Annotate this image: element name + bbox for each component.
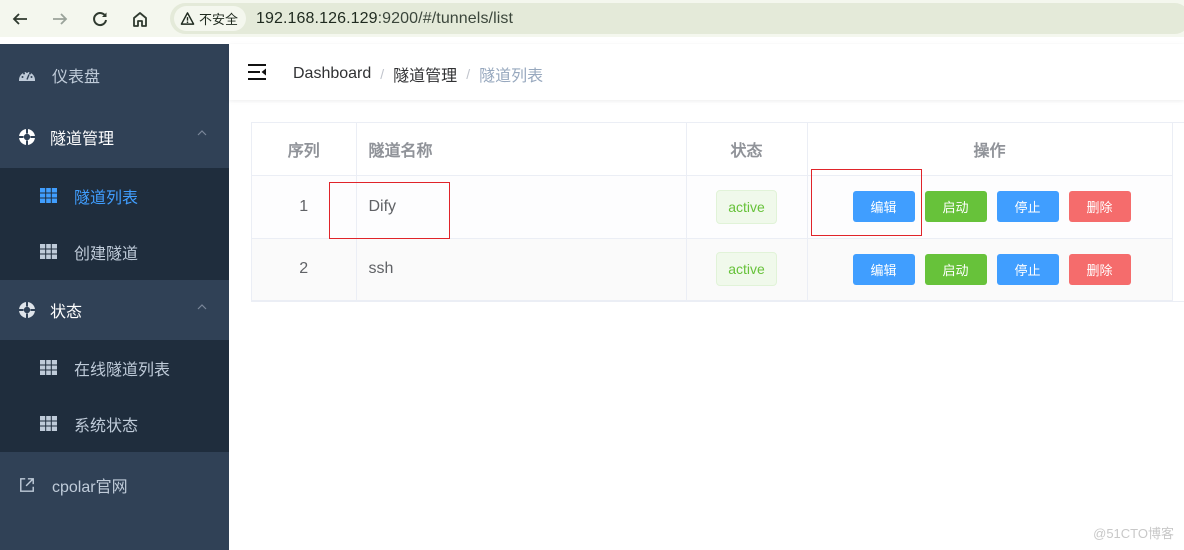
column-header-index: 序列 (252, 123, 357, 176)
cell-actions: 编辑 启动 停止 删除 (807, 238, 1173, 301)
table-icon (40, 244, 57, 259)
sidebar-item-label: 在线隧道列表 (74, 362, 171, 379)
cell-name: Dify (356, 175, 687, 239)
home-button[interactable] (120, 0, 160, 37)
sidebar: 仪表盘 隧道管理 隧道列表 创建隧道 状态 在线隧道列表 系统状态 cpolar… (0, 44, 229, 550)
chevron-up-icon (197, 130, 207, 136)
column-header-actions: 操作 (807, 123, 1173, 176)
chevron-up-icon (197, 304, 207, 310)
column-header-status: 状态 (686, 123, 808, 176)
back-button[interactable] (0, 0, 40, 37)
main-content: Dashboard / 隧道管理 / 隧道列表 序列 隧道名称 状态 操作 1 … (229, 44, 1184, 550)
breadcrumb-separator: / (466, 66, 471, 82)
security-label: 不安全 (199, 12, 239, 27)
dashboard-icon (18, 66, 36, 84)
url-path: :9200/#/tunnels/list (377, 9, 514, 27)
sidebar-item-label: 创建隧道 (74, 246, 139, 263)
lifebuoy-icon (18, 128, 36, 146)
arrow-left-icon (12, 12, 27, 25)
table-row: 2 ssh active 编辑 启动 停止 删除 (252, 238, 1173, 301)
submenu-tunnel-management: 隧道列表 创建隧道 (0, 168, 229, 280)
home-icon (133, 11, 147, 27)
stop-button[interactable]: 停止 (996, 253, 1059, 285)
cell-index: 1 (252, 175, 357, 239)
start-button[interactable]: 启动 (924, 253, 987, 285)
breadcrumb-tunnel-list: 隧道列表 (479, 68, 544, 85)
lifebuoy-icon (18, 301, 36, 319)
sidebar-item-online-tunnels[interactable]: 在线隧道列表 (0, 340, 229, 396)
status-badge: active (716, 189, 777, 224)
table-header-row: 序列 隧道名称 状态 操作 (252, 123, 1173, 176)
edit-button[interactable]: 编辑 (852, 191, 915, 222)
security-indicator[interactable]: 不安全 (174, 6, 247, 31)
external-link-icon (18, 476, 36, 494)
delete-button[interactable]: 删除 (1068, 253, 1131, 285)
delete-button[interactable]: 删除 (1068, 191, 1131, 222)
sidebar-item-label: 隧道管理 (50, 131, 115, 148)
sidebar-item-label: 状态 (50, 304, 83, 321)
sidebar-item-cpolar-website[interactable]: cpolar官网 (0, 452, 229, 518)
table-row: 1 Dify active 编辑 启动 停止 删除 (252, 175, 1173, 239)
cell-index: 2 (252, 238, 357, 301)
cell-status: active (686, 238, 808, 301)
arrow-right-icon (53, 12, 68, 25)
sidebar-item-dashboard[interactable]: 仪表盘 (0, 44, 229, 106)
breadcrumb-dashboard[interactable]: Dashboard (293, 65, 371, 83)
breadcrumb-tunnel-management[interactable]: 隧道管理 (393, 62, 457, 86)
reload-icon (93, 11, 107, 26)
hamburger-icon[interactable] (247, 63, 267, 81)
navbar: Dashboard / 隧道管理 / 隧道列表 (229, 44, 1184, 100)
sidebar-item-system-status[interactable]: 系统状态 (0, 396, 229, 452)
sidebar-item-label: 系统状态 (74, 418, 139, 435)
cell-name: ssh (356, 238, 687, 301)
cell-status: active (686, 175, 808, 239)
breadcrumb-separator: / (380, 66, 385, 82)
sidebar-item-create-tunnel[interactable]: 创建隧道 (0, 224, 229, 280)
status-badge: active (716, 252, 777, 286)
tunnel-table: 序列 隧道名称 状态 操作 1 Dify active 编辑 启动 停止 删除 … (251, 122, 1184, 302)
submenu-status: 在线隧道列表 系统状态 (0, 340, 229, 452)
table-icon (40, 188, 57, 203)
cell-actions: 编辑 启动 停止 删除 (807, 175, 1173, 239)
address-bar[interactable]: 不安全 192.168.126.129:9200/#/tunnels/list (170, 3, 1184, 34)
watermark: @51CTO博客 (1093, 526, 1174, 541)
sidebar-item-label: 仪表盘 (52, 69, 101, 86)
sidebar-group-status[interactable]: 状态 (0, 280, 229, 340)
warning-icon (180, 12, 195, 25)
table-icon (40, 360, 57, 375)
table-icon (40, 416, 57, 431)
start-button[interactable]: 启动 (924, 191, 987, 222)
browser-toolbar: 不安全 192.168.126.129:9200/#/tunnels/list (0, 0, 1184, 37)
url-text[interactable]: 192.168.126.129:9200/#/tunnels/list (256, 10, 513, 28)
breadcrumb: Dashboard / 隧道管理 / 隧道列表 (293, 62, 543, 86)
sidebar-item-tunnel-list[interactable]: 隧道列表 (0, 168, 229, 224)
reload-button[interactable] (80, 0, 120, 37)
url-host: 192.168.126.129 (256, 9, 378, 27)
sidebar-item-label: 隧道列表 (74, 190, 139, 207)
sidebar-group-tunnel-management[interactable]: 隧道管理 (0, 106, 229, 168)
stop-button[interactable]: 停止 (996, 191, 1059, 222)
forward-button[interactable] (40, 0, 80, 37)
column-header-name: 隧道名称 (356, 123, 687, 176)
sidebar-item-label: cpolar官网 (52, 479, 128, 496)
edit-button[interactable]: 编辑 (852, 253, 915, 285)
